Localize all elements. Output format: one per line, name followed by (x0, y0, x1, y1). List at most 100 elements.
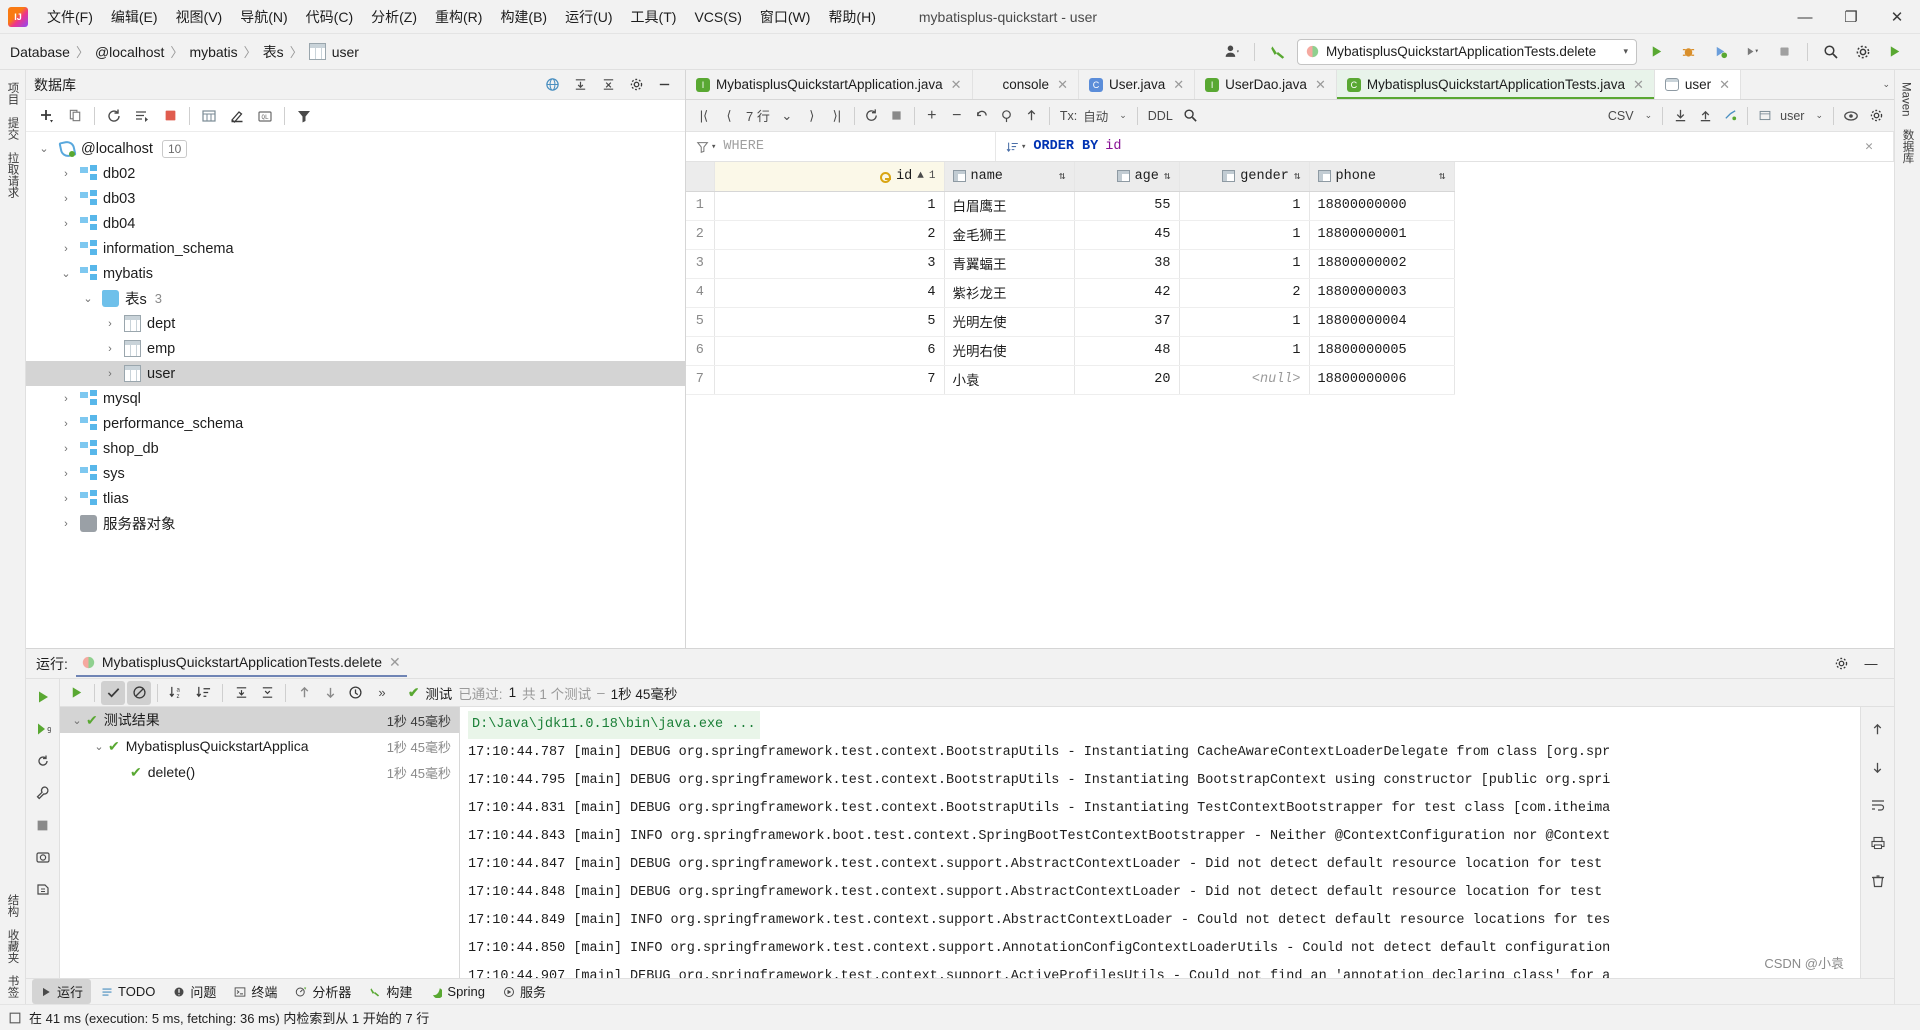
table-selector-chevron-down-icon[interactable]: ⌄ (1810, 110, 1828, 121)
revert-selected-icon[interactable] (995, 104, 1019, 128)
submit-icon[interactable] (1020, 104, 1044, 128)
chevron-down-icon[interactable]: ⌄ (58, 267, 74, 280)
hammer-icon[interactable] (1265, 39, 1291, 65)
breadcrumb-item-1[interactable]: @localhost (91, 42, 168, 62)
bottom-stripe-终端[interactable]: 终端 (226, 979, 285, 1004)
cell-name[interactable]: 青翼蝠王 (944, 249, 1075, 279)
chevron-right-icon[interactable]: › (102, 318, 118, 330)
db-tree-node-db02[interactable]: › db02 (26, 161, 685, 186)
export-chevron-down-icon[interactable]: ⌄ (1640, 110, 1658, 121)
first-page-button[interactable]: |⟨ (692, 104, 716, 128)
debug-button[interactable] (1675, 39, 1701, 65)
run-tab[interactable]: MybatisplusQuickstartApplicationTests.de… (75, 651, 407, 677)
table-row[interactable]: 7 7 小袁 20 <null> 18800000006 (686, 365, 1455, 395)
hide-panel-icon[interactable] (651, 73, 677, 97)
cell-age[interactable]: 37 (1074, 307, 1180, 337)
editor-tab-user[interactable]: user ✕ (1654, 70, 1742, 99)
cell-id[interactable]: 7 (714, 365, 945, 395)
cell-name[interactable]: 小袁 (944, 365, 1075, 395)
db-tree-node-mysql[interactable]: › mysql (26, 386, 685, 411)
sort-indicator-icon[interactable]: ⇅ (1439, 169, 1446, 183)
add-row-button[interactable]: + (920, 104, 944, 128)
chevron-right-icon[interactable]: › (58, 218, 74, 230)
settings-icon[interactable] (1850, 39, 1876, 65)
cell-id[interactable]: 3 (714, 249, 945, 279)
add-icon[interactable] (34, 104, 60, 128)
editor-tab-console[interactable]: console ✕ (973, 70, 1079, 99)
bottom-stripe-问题[interactable]: 问题 (165, 979, 224, 1004)
stop-icon[interactable] (885, 104, 909, 128)
tool-window-commit[interactable]: 提交 (2, 111, 24, 146)
close-icon[interactable]: ✕ (1057, 77, 1068, 93)
cell-phone[interactable]: 18800000001 (1309, 220, 1455, 250)
cell-age[interactable]: 20 (1074, 365, 1180, 395)
db-tree-node-mybatis[interactable]: ⌄ mybatis (26, 261, 685, 286)
settings-icon[interactable] (1828, 652, 1854, 676)
rerun-icon[interactable] (30, 685, 56, 709)
run-configuration-selector[interactable]: MybatisplusQuickstartApplicationTests.de… (1297, 38, 1637, 65)
db-tree-node-information_schema[interactable]: › information_schema (26, 236, 685, 261)
cell-phone[interactable]: 18800000000 (1309, 191, 1455, 221)
tool-window-database[interactable]: 数据库 (1897, 123, 1919, 170)
breadcrumb-item-3[interactable]: 表s (259, 40, 288, 64)
database-tree[interactable]: ⌄ @localhost 10 › db02 › db03 › db04 › information… (26, 132, 685, 648)
updates-icon[interactable] (1882, 39, 1908, 65)
breadcrumb-item-2[interactable]: mybatis (185, 42, 241, 62)
cell-gender[interactable]: 1 (1179, 307, 1310, 337)
cell-phone[interactable]: 18800000004 (1309, 307, 1455, 337)
close-icon[interactable]: ✕ (1173, 77, 1184, 93)
ddl-button[interactable]: DDL (1143, 109, 1178, 123)
close-icon[interactable]: ✕ (951, 77, 962, 93)
wrench-icon[interactable] (30, 781, 56, 805)
column-header-id[interactable]: id ▲ 1 (714, 162, 945, 192)
db-tree-node-sys[interactable]: › sys (26, 461, 685, 486)
maximize-button[interactable]: ❐ (1828, 0, 1874, 34)
filter-icon[interactable]: ▾ (696, 140, 716, 154)
table-row[interactable]: 6 6 光明右使 48 1 18800000005 (686, 336, 1455, 366)
cell-gender[interactable]: 1 (1179, 220, 1310, 250)
menu-item-2[interactable]: 视图(V) (167, 2, 232, 32)
data-grid[interactable]: id ▲ 1 name ⇅ age ⇅ gender ⇅ phone ⇅ 1 1 白眉鹰王 55 1 1880… (686, 162, 1894, 648)
chevron-right-icon[interactable]: › (102, 343, 118, 355)
db-tree-node-db03[interactable]: › db03 (26, 186, 685, 211)
bottom-stripe-分析器[interactable]: 分析器 (287, 979, 359, 1004)
editor-tab-MybatisplusQuickstartApplicationTests.java[interactable]: MybatisplusQuickstartApplicationTests.ja… (1336, 70, 1655, 99)
chevron-down-icon[interactable]: ⌄ (1882, 79, 1890, 90)
run-with-coverage-button[interactable] (1707, 39, 1733, 65)
cell-age[interactable]: 42 (1074, 278, 1180, 308)
sync-icon[interactable] (129, 104, 155, 128)
page-size-chevron-down-icon[interactable]: ⌄ (775, 104, 799, 128)
expand-all-icon[interactable] (229, 681, 253, 705)
search-icon[interactable] (1179, 104, 1203, 128)
cell-phone[interactable]: 18800000005 (1309, 336, 1455, 366)
breadcrumb-item-0[interactable]: Database (6, 42, 74, 62)
refresh-icon[interactable] (101, 104, 127, 128)
menu-item-0[interactable]: 文件(F) (38, 2, 102, 32)
bottom-stripe-运行[interactable]: 运行 (32, 979, 92, 1004)
cell-id[interactable]: 2 (714, 220, 945, 250)
collapse-all-icon[interactable] (255, 681, 279, 705)
bottom-stripe-Spring[interactable]: Spring (422, 981, 493, 1002)
cell-gender[interactable]: 1 (1179, 191, 1310, 221)
sort-indicator-icon[interactable]: ⇅ (1059, 169, 1066, 183)
cell-age[interactable]: 38 (1074, 249, 1180, 279)
column-header-name[interactable]: name ⇅ (944, 162, 1075, 192)
menu-item-11[interactable]: 窗口(W) (751, 2, 820, 32)
globe-icon[interactable] (539, 73, 565, 97)
last-page-button[interactable]: ⟩| (825, 104, 849, 128)
transaction-chevron-down-icon[interactable]: ⌄ (1114, 110, 1132, 121)
chevron-right-icon[interactable]: › (102, 368, 118, 380)
prev-page-button[interactable]: ⟨ (717, 104, 741, 128)
breadcrumb-item-4[interactable]: user (305, 41, 363, 62)
cell-age[interactable]: 48 (1074, 336, 1180, 366)
menu-item-12[interactable]: 帮助(H) (819, 2, 884, 32)
menu-item-1[interactable]: 编辑(E) (102, 2, 167, 32)
show-passed-tests-toggle[interactable] (101, 680, 125, 705)
cell-id[interactable]: 4 (714, 278, 945, 308)
db-tree-node-db04[interactable]: › db04 (26, 211, 685, 236)
menu-item-5[interactable]: 分析(Z) (362, 2, 426, 32)
stop-icon[interactable] (157, 104, 183, 128)
chevron-right-icon[interactable]: › (58, 393, 74, 405)
cell-id[interactable]: 6 (714, 336, 945, 366)
table-row[interactable]: 5 5 光明左使 37 1 18800000004 (686, 307, 1455, 337)
